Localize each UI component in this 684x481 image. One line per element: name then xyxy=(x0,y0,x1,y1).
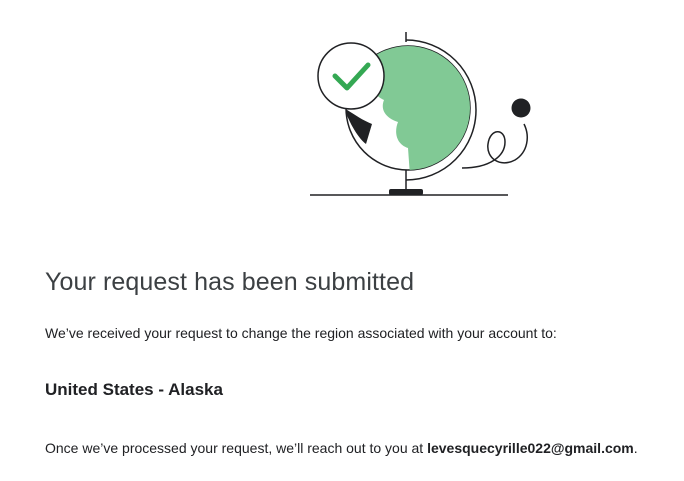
page-title: Your request has been submitted xyxy=(45,268,415,296)
request-description: We’ve received your request to change th… xyxy=(45,325,557,341)
selected-region: United States - Alaska xyxy=(45,380,223,399)
followup-suffix: . xyxy=(633,440,638,456)
globe-illustration xyxy=(310,32,531,196)
confirmation-page: Your request has been submitted We’ve re… xyxy=(0,0,684,481)
followup-prefix: Once we’ve processed your request, we’ll… xyxy=(45,440,428,456)
account-email: levesquecyrille022@gmail.com xyxy=(427,440,634,456)
followup-message: Once we’ve processed your request, we’ll… xyxy=(45,440,638,456)
